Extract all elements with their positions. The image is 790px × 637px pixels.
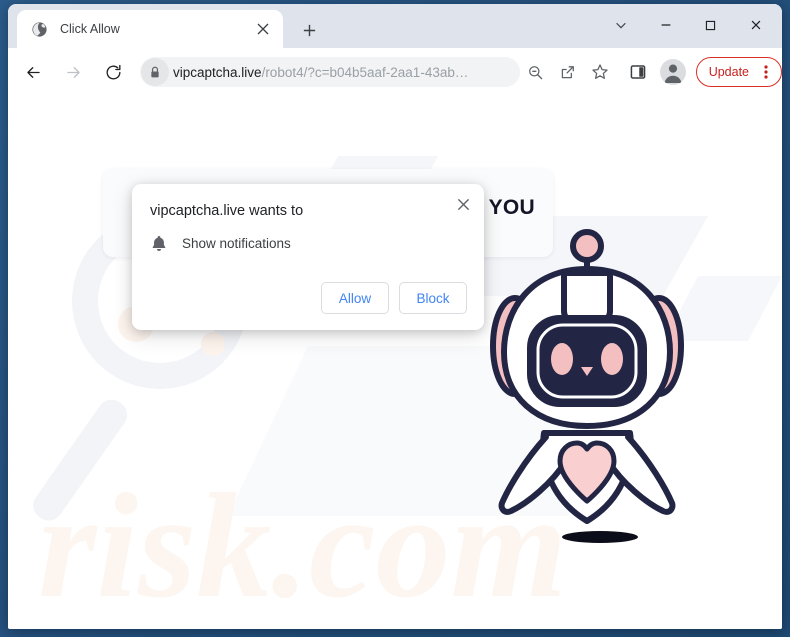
new-tab-button[interactable]	[296, 17, 322, 43]
reload-icon	[106, 64, 121, 79]
share-button[interactable]	[554, 58, 582, 86]
maximize-button[interactable]	[688, 10, 733, 40]
minimize-icon	[661, 24, 670, 26]
bubble-text: YOU	[488, 196, 535, 219]
allow-button[interactable]: Allow	[321, 282, 389, 314]
update-button[interactable]: Update	[695, 57, 782, 87]
dialog-title: vipcaptcha.live wants to	[150, 203, 304, 219]
minimize-button[interactable]	[643, 10, 688, 40]
bell-icon	[152, 235, 166, 251]
zoom-out-button[interactable]	[522, 58, 550, 86]
close-icon	[257, 23, 269, 35]
chrome-menu-button[interactable]	[756, 64, 781, 80]
browser-toolbar: vipcaptcha.live/robot4/?c=b04b5aaf-2aa1-…	[8, 48, 782, 97]
dialog-close-button[interactable]	[450, 191, 476, 217]
address-bar-url: vipcaptcha.live/robot4/?c=b04b5aaf-2aa1-…	[173, 65, 520, 80]
address-bar-domain: vipcaptcha.live	[173, 64, 262, 80]
share-icon	[561, 65, 575, 78]
lock-icon	[151, 66, 159, 77]
close-icon	[751, 20, 760, 30]
notification-permission-dialog: vipcaptcha.live wants to Show notificati…	[132, 184, 484, 330]
address-bar-path: /robot4/?c=b04b5aaf-2aa1-43ab…	[261, 64, 469, 80]
chevron-down-icon	[615, 22, 626, 29]
back-arrow-icon	[26, 66, 40, 78]
robot-mascot-icon	[490, 229, 684, 543]
update-button-label: Update	[708, 65, 749, 79]
site-lock-button[interactable]	[141, 58, 169, 86]
desktop-background: Click Allow vipcaptcha.live/robot4/?c=b0…	[0, 0, 790, 637]
profile-button[interactable]	[659, 59, 686, 85]
tab-title: Click Allow	[60, 22, 120, 36]
dialog-actions: Allow Block	[321, 282, 467, 314]
page-viewport: risk.com YOU vipcaptcha.live wants to Sh…	[8, 96, 782, 629]
profile-avatar-icon	[664, 64, 682, 83]
bookmark-button[interactable]	[586, 58, 614, 86]
permission-label: Show notifications	[182, 235, 291, 251]
three-dot-menu-icon	[764, 65, 768, 79]
browser-tab[interactable]: Click Allow	[17, 10, 283, 48]
maximize-icon	[705, 20, 716, 30]
window-controls	[598, 10, 778, 40]
browser-window: Click Allow vipcaptcha.live/robot4/?c=b0…	[8, 4, 782, 629]
close-window-button[interactable]	[733, 10, 778, 40]
globe-icon	[32, 21, 47, 37]
zoom-out-icon	[529, 65, 543, 79]
reload-button[interactable]	[98, 57, 128, 87]
side-panel-icon	[630, 65, 646, 79]
permission-row: Show notifications	[150, 234, 291, 252]
address-bar[interactable]: vipcaptcha.live/robot4/?c=b04b5aaf-2aa1-…	[140, 57, 520, 87]
forward-button	[58, 57, 88, 87]
star-icon	[592, 64, 608, 79]
forward-arrow-icon	[66, 66, 80, 78]
tab-search-button[interactable]	[598, 10, 643, 40]
close-icon	[457, 198, 469, 210]
tab-close-button[interactable]	[252, 18, 274, 40]
back-button[interactable]	[18, 57, 48, 87]
block-button[interactable]: Block	[399, 282, 467, 314]
side-panel-button[interactable]	[624, 58, 652, 86]
plus-icon	[303, 24, 315, 36]
tab-strip: Click Allow	[8, 4, 782, 48]
